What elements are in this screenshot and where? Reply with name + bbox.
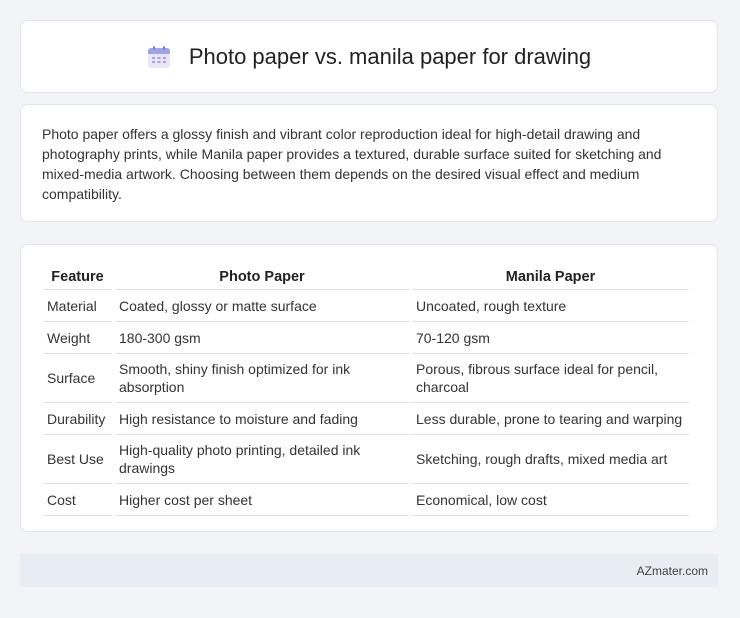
table-row: Best Use High-quality photo printing, de… xyxy=(43,435,689,484)
comparison-table-card: Feature Photo Paper Manila Paper Materia… xyxy=(20,244,718,532)
column-header-photo-paper: Photo Paper xyxy=(115,265,409,290)
column-header-feature: Feature xyxy=(43,265,112,290)
photo-paper-cell: High-quality photo printing, detailed in… xyxy=(115,435,409,484)
photo-paper-cell: Higher cost per sheet xyxy=(115,484,409,516)
feature-cell: Surface xyxy=(43,354,112,403)
photo-paper-cell: Smooth, shiny finish optimized for ink a… xyxy=(115,354,409,403)
manila-paper-cell: 70-120 gsm xyxy=(412,322,689,354)
photo-paper-cell: 180-300 gsm xyxy=(115,322,409,354)
table-row: Surface Smooth, shiny finish optimized f… xyxy=(43,354,689,403)
footer: AZmater.com xyxy=(20,554,718,587)
intro-card: Photo paper offers a glossy finish and v… xyxy=(20,104,718,222)
manila-paper-cell: Porous, fibrous surface ideal for pencil… xyxy=(412,354,689,403)
photo-paper-cell: Coated, glossy or matte surface xyxy=(115,290,409,322)
feature-cell: Weight xyxy=(43,322,112,354)
manila-paper-cell: Economical, low cost xyxy=(412,484,689,516)
intro-text: Photo paper offers a glossy finish and v… xyxy=(42,126,662,202)
table-row: Weight 180-300 gsm 70-120 gsm xyxy=(43,322,689,354)
page-title: Photo paper vs. manila paper for drawing xyxy=(188,43,592,69)
table-row: Durability High resistance to moisture a… xyxy=(43,403,689,435)
footer-site-link[interactable]: AZmater.com xyxy=(637,564,708,578)
feature-cell: Cost xyxy=(43,484,112,516)
feature-cell: Material xyxy=(43,290,112,322)
manila-paper-cell: Less durable, prone to tearing and warpi… xyxy=(412,403,689,435)
column-header-manila-paper: Manila Paper xyxy=(412,265,689,290)
manila-paper-cell: Sketching, rough drafts, mixed media art xyxy=(412,435,689,484)
table-row: Material Coated, glossy or matte surface… xyxy=(43,290,689,322)
title-card: Photo paper vs. manila paper for drawing xyxy=(20,20,718,93)
calendar-icon xyxy=(147,45,171,69)
table-header-row: Feature Photo Paper Manila Paper xyxy=(43,265,689,290)
photo-paper-cell: High resistance to moisture and fading xyxy=(115,403,409,435)
comparison-table: Feature Photo Paper Manila Paper Materia… xyxy=(40,265,692,516)
table-row: Cost Higher cost per sheet Economical, l… xyxy=(43,484,689,516)
feature-cell: Best Use xyxy=(43,435,112,484)
manila-paper-cell: Uncoated, rough texture xyxy=(412,290,689,322)
feature-cell: Durability xyxy=(43,403,112,435)
